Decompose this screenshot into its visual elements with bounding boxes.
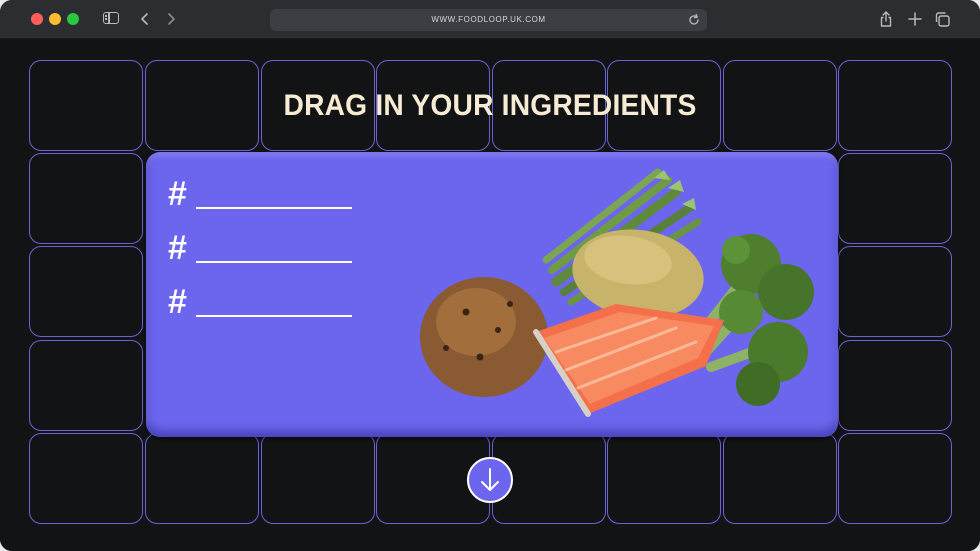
page-headline: DRAG IN YOUR INGREDIENTS bbox=[283, 89, 697, 122]
slot-marker: # bbox=[168, 175, 187, 213]
grid-cell bbox=[29, 246, 143, 337]
share-icon[interactable] bbox=[878, 10, 894, 28]
zoom-window-button[interactable] bbox=[67, 13, 79, 25]
scroll-down-button[interactable] bbox=[467, 457, 513, 503]
page-content: DRAG IN YOUR INGREDIENTS # # # bbox=[0, 39, 980, 551]
grid-cell bbox=[261, 433, 375, 524]
grid-cell bbox=[607, 433, 721, 524]
slot-marker: # bbox=[168, 229, 187, 267]
ingredient-drop-zone[interactable]: # # # bbox=[146, 152, 838, 437]
arrow-down-circle-icon bbox=[481, 468, 499, 491]
slot-blank-line bbox=[196, 315, 352, 317]
tab-overview-icon[interactable] bbox=[934, 10, 951, 28]
browser-window: WWW.FOODLOOP.UK.COM DRAG IN YOUR INGREDI… bbox=[0, 0, 980, 551]
browser-toolbar: WWW.FOODLOOP.UK.COM bbox=[0, 0, 980, 39]
ingredients-illustration bbox=[420, 168, 814, 417]
bread-roll-image[interactable] bbox=[420, 277, 548, 397]
sidebar-toggle-icon[interactable] bbox=[103, 12, 119, 24]
grid-cell bbox=[29, 153, 143, 244]
minimize-window-button[interactable] bbox=[49, 13, 61, 25]
grid-cell bbox=[723, 433, 837, 524]
grid-cell bbox=[29, 433, 143, 524]
reload-icon[interactable] bbox=[687, 13, 701, 27]
slot-marker: # bbox=[168, 283, 187, 321]
address-bar[interactable]: WWW.FOODLOOP.UK.COM bbox=[270, 9, 707, 31]
slot-blank-line bbox=[196, 261, 352, 263]
url-text: WWW.FOODLOOP.UK.COM bbox=[431, 15, 546, 24]
forward-chevron-icon[interactable] bbox=[165, 10, 177, 28]
salmon-fillet-image[interactable] bbox=[533, 304, 724, 417]
close-window-button[interactable] bbox=[31, 13, 43, 25]
grid-cell bbox=[29, 340, 143, 431]
grid-cell bbox=[838, 433, 952, 524]
slot-blank-line bbox=[196, 207, 352, 209]
grid-cell bbox=[145, 433, 259, 524]
grid-cell bbox=[838, 246, 952, 337]
back-chevron-icon[interactable] bbox=[139, 10, 151, 28]
grid-cell bbox=[838, 153, 952, 244]
new-tab-plus-icon[interactable] bbox=[907, 10, 923, 28]
grid-cell bbox=[838, 340, 952, 431]
